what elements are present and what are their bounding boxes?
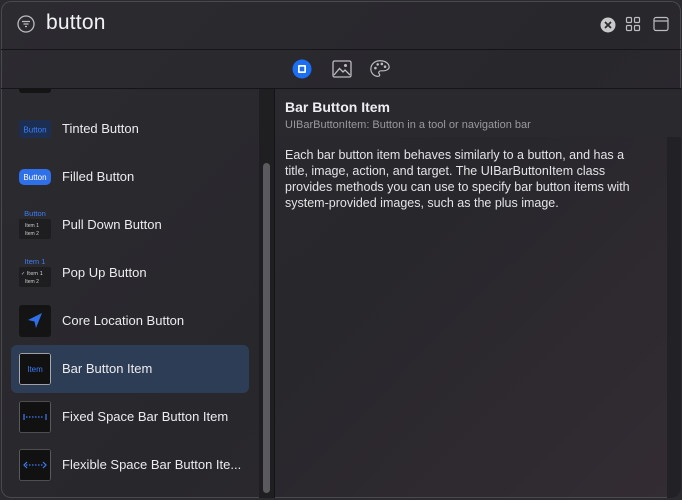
list-item-bar-button-item[interactable]: Item Bar Button Item xyxy=(11,345,249,393)
list-item-label: Core Location Button xyxy=(62,313,185,328)
list-item-core-location-button[interactable]: Core Location Button xyxy=(11,297,249,345)
detail-panel: Bar Button Item UIBarButtonItem: Button … xyxy=(275,89,681,498)
svg-text:Button: Button xyxy=(23,126,46,135)
detail-scrollbar-track[interactable] xyxy=(667,137,681,498)
tinted-button-thumb: Button xyxy=(19,120,51,138)
list-item-filled-button[interactable]: Button Filled Button xyxy=(11,153,249,201)
svg-text:Button: Button xyxy=(24,209,46,218)
list-item-pop-up-button[interactable]: Item 1 ✓ Item 1 Item 2 Pop Up Button xyxy=(11,249,249,297)
list-item-partial-thumb xyxy=(19,89,51,93)
search-bar: button xyxy=(1,1,681,49)
list-item-label: Pull Down Button xyxy=(62,217,162,232)
svg-text:Item 1: Item 1 xyxy=(25,223,39,229)
list-item-label: Bar Button Item xyxy=(62,361,153,376)
list-item-fixed-space-bar-button-item[interactable]: Fixed Space Bar Button Item xyxy=(11,393,249,441)
pop-up-button-thumb: Item 1 ✓ Item 1 Item 2 xyxy=(19,257,51,287)
library-tab-bar xyxy=(1,50,681,88)
svg-text:Item 2: Item 2 xyxy=(25,231,39,237)
filter-icon[interactable] xyxy=(17,15,35,33)
detail-panel-toggle-icon[interactable] xyxy=(653,16,669,32)
list-item-label: Pop Up Button xyxy=(62,265,147,280)
location-arrow-icon xyxy=(19,305,51,337)
list-item-label: Filled Button xyxy=(62,169,135,184)
pull-down-button-thumb: Button Item 1 Item 2 xyxy=(19,209,51,239)
flexible-space-icon xyxy=(19,449,51,481)
svg-text:Item 1: Item 1 xyxy=(25,257,46,266)
list-scrollbar-thumb[interactable] xyxy=(263,163,270,493)
bar-button-item-thumb: Item xyxy=(19,353,51,385)
detail-title: Bar Button Item xyxy=(285,99,390,115)
library-list: Button Tinted Button Button Filled Butto… xyxy=(1,89,259,498)
svg-text:✓ Item 1: ✓ Item 1 xyxy=(21,271,43,277)
objects-tab-icon[interactable] xyxy=(291,58,313,80)
grid-view-icon[interactable] xyxy=(625,16,641,32)
detail-description: Each bar button item behaves similarly t… xyxy=(285,148,630,210)
svg-text:Button: Button xyxy=(23,173,46,182)
clear-search-icon[interactable] xyxy=(600,17,616,33)
list-item-flexible-space-bar-button-item[interactable]: Flexible Space Bar Button Ite... xyxy=(11,441,249,489)
list-item-label: Flexible Space Bar Button Ite... xyxy=(62,457,242,472)
list-item-label: Fixed Space Bar Button Item xyxy=(62,409,229,424)
fixed-space-icon xyxy=(19,401,51,433)
detail-subtitle: UIBarButtonItem: Button in a tool or nav… xyxy=(285,119,531,131)
library-window: button Button Tinted Button Button Fille… xyxy=(1,1,681,498)
svg-text:Item 2: Item 2 xyxy=(25,279,39,285)
svg-text:Item: Item xyxy=(27,365,43,374)
list-item-tinted-button[interactable]: Button Tinted Button xyxy=(11,105,249,153)
media-tab-icon[interactable] xyxy=(331,58,353,80)
search-input[interactable]: button xyxy=(46,11,106,35)
list-item-pull-down-button[interactable]: Button Item 1 Item 2 Pull Down Button xyxy=(11,201,249,249)
list-item-label: Tinted Button xyxy=(62,121,139,136)
filled-button-thumb: Button xyxy=(19,169,51,185)
detail-header: Bar Button Item UIBarButtonItem: Button … xyxy=(275,89,681,137)
colors-tab-icon[interactable] xyxy=(369,58,391,80)
